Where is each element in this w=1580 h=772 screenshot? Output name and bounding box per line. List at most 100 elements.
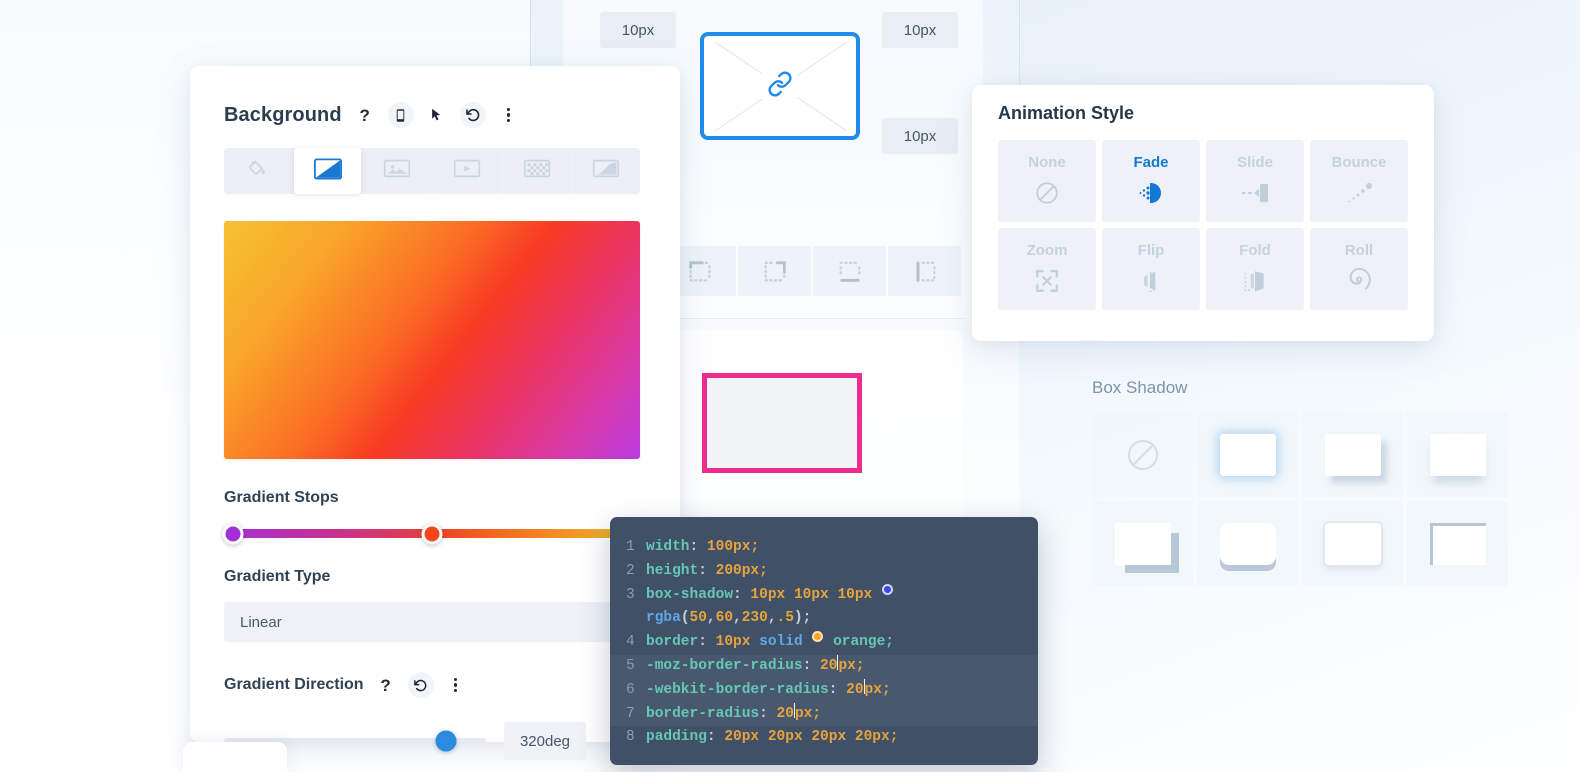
zoom-icon — [1033, 266, 1061, 296]
css-code-editor[interactable]: 1 width: 100px; 2 height: 200px; 3 box-shad… — [610, 517, 1038, 765]
corner-left-icon[interactable] — [888, 246, 961, 296]
code-value: 10px — [837, 586, 873, 603]
code-value: 10px — [793, 586, 829, 603]
reset-icon[interactable] — [459, 102, 486, 128]
animation-option-roll[interactable]: Roll — [1310, 228, 1408, 310]
slider-handle[interactable] — [435, 730, 457, 752]
code-property: -webkit-border-radius — [646, 681, 829, 698]
tab-mask[interactable] — [572, 148, 641, 194]
animation-option-label: Zoom — [1026, 242, 1068, 259]
help-icon-direction[interactable]: ? — [373, 672, 399, 698]
tab-image[interactable] — [363, 148, 432, 194]
box-shadow-grid — [1092, 412, 1508, 586]
animation-option-fold[interactable]: Fold — [1206, 228, 1304, 310]
code-line-7: 7 border-radius: 20 px; — [610, 702, 1038, 727]
animation-option-flip[interactable]: Flip — [1102, 228, 1200, 310]
shadow-option-outline[interactable] — [1302, 501, 1403, 586]
spacing-chip-top-left[interactable]: 10px — [600, 12, 676, 48]
gradient-direction-label: Gradient Direction — [224, 676, 364, 693]
animation-option-label: Slide — [1237, 154, 1273, 171]
no-shadow-icon — [1127, 439, 1158, 470]
selected-element-box[interactable] — [702, 373, 862, 473]
shadow-option-bottom[interactable] — [1407, 412, 1508, 497]
animation-option-none[interactable]: None — [998, 140, 1096, 222]
code-line-3-continued: rgba(50, 60, 230, .5); — [610, 607, 1038, 631]
gradient-type-select[interactable]: Linear — [224, 602, 640, 642]
bounce-icon — [1344, 178, 1374, 208]
mobile-icon[interactable] — [387, 102, 414, 128]
code-value: 20px — [811, 729, 847, 746]
shadow-offset-icon — [1324, 433, 1381, 476]
tab-pattern[interactable] — [502, 148, 571, 194]
gradient-type-value: Linear — [240, 613, 282, 631]
code-value: 10px — [715, 634, 751, 651]
code-value: 10px — [750, 586, 786, 603]
code-property: box-shadow — [646, 586, 734, 603]
animation-option-zoom[interactable]: Zoom — [998, 228, 1096, 310]
shadow-option-offset[interactable] — [1302, 412, 1403, 497]
shadow-option-underline[interactable] — [1197, 501, 1298, 586]
shadow-option-corner[interactable] — [1407, 501, 1508, 586]
background-panel-header: Background ? — [190, 66, 680, 128]
code-value: 20 — [846, 681, 864, 698]
help-icon[interactable]: ? — [352, 102, 378, 128]
corner-top-right-icon[interactable] — [738, 246, 811, 296]
shadow-corner-icon — [1429, 522, 1486, 565]
pattern-icon — [523, 158, 551, 184]
shadow-option-glow[interactable] — [1197, 412, 1298, 497]
code-function: rgba — [646, 610, 681, 627]
spacing-chip-top-right[interactable]: 10px — [882, 12, 958, 48]
kebab-menu-icon-direction[interactable] — [443, 672, 469, 698]
no-animation-icon — [1034, 178, 1060, 208]
roll-icon — [1345, 266, 1373, 296]
tab-gradient[interactable] — [293, 148, 362, 194]
reset-icon-direction[interactable] — [407, 672, 434, 698]
fold-icon — [1241, 266, 1269, 296]
animation-panel-title: Animation Style — [998, 103, 1135, 123]
gradient-stop-1[interactable] — [222, 523, 244, 544]
code-line-8: 8 padding: 20px 20px 20px 20px; — [610, 726, 1038, 750]
animation-option-label: Bounce — [1331, 154, 1387, 171]
tab-video[interactable] — [433, 148, 501, 194]
shadow-option-hard[interactable] — [1092, 501, 1193, 586]
animation-style-grid: None Fade Slide Bounce Zoom Flip Fold Ro… — [998, 140, 1408, 310]
mask-icon — [592, 158, 620, 184]
code-line-6: 6 -webkit-border-radius: 20 px; — [610, 678, 1038, 703]
code-unit: px — [838, 657, 856, 674]
code-value: .5 — [776, 610, 794, 627]
animation-option-label: None — [1028, 154, 1066, 171]
code-line-5: 5 -moz-border-radius: 20 px; — [610, 654, 1038, 679]
artboard-divider — [663, 318, 965, 319]
animation-option-slide[interactable]: Slide — [1206, 140, 1304, 222]
shadow-hard-icon — [1114, 522, 1171, 565]
code-property: border — [646, 634, 699, 651]
code-value: 20 — [820, 657, 838, 674]
paint-bucket-icon — [247, 158, 269, 185]
code-line-1: 1 width: 100px; — [610, 536, 1038, 560]
shadow-glow-icon — [1219, 433, 1276, 476]
line-number: 6 — [626, 681, 635, 698]
kebab-menu-icon[interactable] — [496, 102, 522, 128]
animation-option-fade[interactable]: Fade — [1102, 140, 1200, 222]
cursor-icon[interactable] — [424, 102, 450, 128]
animation-option-label: Flip — [1137, 242, 1165, 259]
gradient-direction-input[interactable]: 320deg — [504, 722, 586, 760]
background-type-tabs — [224, 148, 641, 194]
spacing-chip-right[interactable]: 10px — [882, 118, 958, 154]
tab-color[interactable] — [224, 148, 292, 194]
box-shadow-title: Box Shadow — [1092, 378, 1188, 397]
corner-bottom-icon[interactable] — [813, 246, 886, 296]
code-value: 20 — [776, 705, 794, 722]
animation-option-label: Fade — [1133, 154, 1169, 171]
animation-option-bounce[interactable]: Bounce — [1310, 140, 1408, 222]
color-swatch-orange[interactable] — [812, 631, 824, 643]
shadow-option-none[interactable] — [1092, 412, 1193, 497]
gradient-stops-slider[interactable] — [222, 523, 640, 544]
code-value: 50 — [689, 610, 707, 627]
gradient-stop-2[interactable] — [421, 523, 443, 544]
color-swatch-blue[interactable] — [881, 583, 893, 595]
fade-icon — [1137, 178, 1165, 208]
line-number: 8 — [626, 729, 635, 746]
image-placeholder[interactable] — [700, 32, 860, 140]
gradient-preview[interactable] — [224, 221, 640, 459]
